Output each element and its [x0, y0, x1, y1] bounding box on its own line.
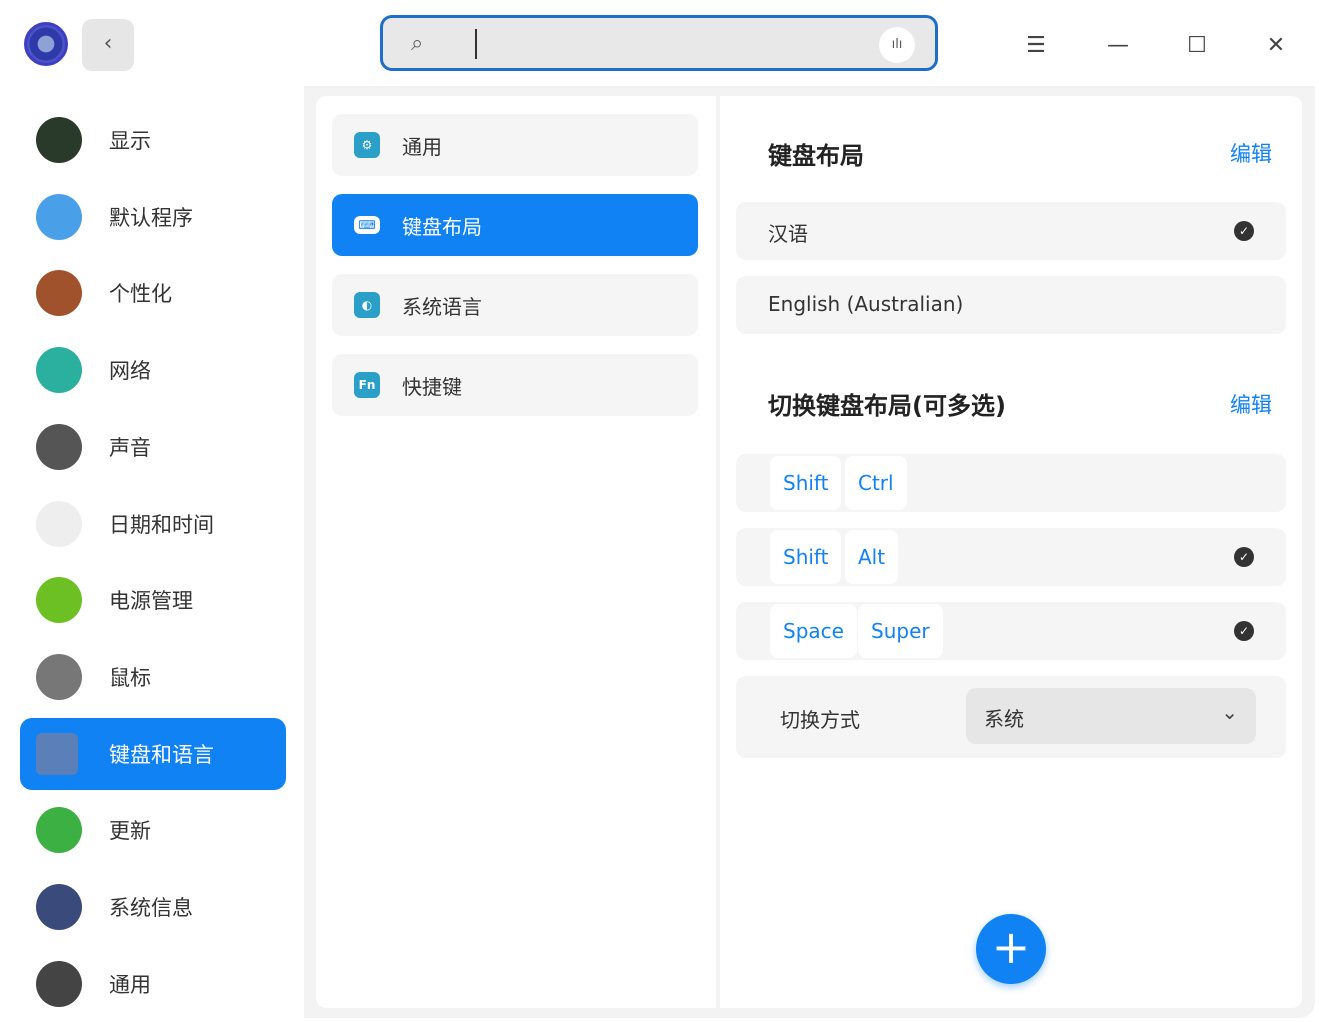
- edit-layout-button[interactable]: 编辑: [1230, 138, 1272, 168]
- check-icon: ✓: [1234, 547, 1254, 567]
- switch-option-row[interactable]: Space Super ✓: [736, 602, 1286, 660]
- sidebar-item[interactable]: 日期和时间: [20, 488, 286, 560]
- sidebar-item-label: 系统信息: [109, 896, 193, 920]
- keyboard-icon: [36, 732, 78, 775]
- sidebar-item-label: 显示: [109, 129, 151, 153]
- sidebar-item-label: 个性化: [109, 282, 172, 307]
- sidebar-item[interactable]: 显示: [20, 104, 286, 176]
- clock-icon: [36, 500, 82, 547]
- text-cursor: [475, 29, 477, 59]
- update-icon: [36, 807, 82, 854]
- key-badge: Space: [770, 604, 857, 658]
- section-title-keyboard-layout: 键盘布局: [768, 142, 864, 170]
- submenu-item-label: 系统语言: [402, 294, 482, 319]
- key-badge: Super: [858, 604, 943, 658]
- edit-switch-button[interactable]: 编辑: [1230, 389, 1272, 419]
- key-badge: Shift: [770, 456, 842, 510]
- close-button[interactable]: ✕: [1256, 26, 1296, 66]
- sidebar-item-label: 电源管理: [109, 589, 193, 614]
- layout-row[interactable]: English (Australian): [736, 276, 1286, 334]
- sound-icon: [36, 423, 82, 470]
- submenu-panel: ⚙ 通用 ⌨ 键盘布局 ◐ 系统语言 Fn 快捷键: [316, 96, 716, 1008]
- maximize-button[interactable]: ☐: [1177, 26, 1217, 66]
- search-icon: ⌕: [411, 31, 424, 56]
- sidebar-item[interactable]: 通用: [20, 948, 286, 1018]
- switch-option-row[interactable]: Shift Alt ✓: [736, 528, 1286, 586]
- sidebar-item[interactable]: 网络: [20, 334, 286, 406]
- sidebar-item-label: 声音: [109, 435, 151, 460]
- switch-mode-select[interactable]: 系统 ⌄: [966, 688, 1256, 744]
- select-value: 系统: [984, 707, 1024, 731]
- check-icon: ✓: [1234, 621, 1254, 641]
- sidebar-item[interactable]: 默认程序: [20, 181, 286, 253]
- sidebar-item-label: 默认程序: [109, 205, 193, 230]
- general-icon: [36, 960, 82, 1007]
- titlebar: ‹ ⌕ ılı ☰ — ☐ ✕: [4, 4, 1315, 86]
- key-badge: Alt: [845, 530, 899, 584]
- sidebar-item[interactable]: 电源管理: [20, 564, 286, 636]
- content-area: ⚙ 通用 ⌨ 键盘布局 ◐ 系统语言 Fn 快捷键 键盘布局 编辑 汉语 ✓ English …: [304, 86, 1315, 1018]
- keyboard-layout-panel: 键盘布局 编辑 汉语 ✓ English (Australian) 切换键盘布局…: [720, 96, 1302, 1008]
- layout-row[interactable]: 汉语 ✓: [736, 202, 1286, 260]
- key-badge: Shift: [770, 530, 842, 584]
- personalization-icon: [36, 270, 82, 317]
- key-badge: Ctrl: [845, 456, 907, 510]
- submenu-item[interactable]: Fn 快捷键: [332, 354, 698, 416]
- layout-name: English (Australian): [768, 292, 964, 316]
- layout-name: 汉语: [768, 222, 808, 246]
- submenu-item-label: 键盘布局: [402, 214, 482, 239]
- submenu-item-label: 快捷键: [402, 374, 462, 399]
- submenu-item-label: 通用: [402, 134, 442, 159]
- gear-icon: ⚙: [354, 132, 380, 158]
- globe-icon: ◐: [354, 292, 380, 318]
- check-icon: ✓: [1234, 221, 1254, 241]
- sidebar: 显示默认程序个性化网络声音日期和时间电源管理鼠标键盘和语言更新系统信息通用: [4, 86, 304, 1018]
- sidebar-item[interactable]: 声音: [20, 411, 286, 483]
- sidebar-item[interactable]: 系统信息: [20, 871, 286, 943]
- sidebar-item-label: 更新: [109, 819, 151, 844]
- minimize-button[interactable]: —: [1098, 26, 1138, 66]
- chevron-down-icon: ⌄: [1221, 700, 1238, 724]
- display-icon: [36, 117, 82, 163]
- sidebar-item[interactable]: 个性化: [20, 257, 286, 329]
- keyboard-icon: ⌨: [354, 216, 380, 234]
- sidebar-item-label: 鼠标: [109, 665, 151, 690]
- sidebar-item[interactable]: 键盘和语言: [20, 717, 286, 790]
- submenu-item[interactable]: ⌨ 键盘布局: [332, 194, 698, 256]
- app-logo-icon: [24, 22, 68, 66]
- back-button[interactable]: ‹: [82, 19, 134, 71]
- sidebar-item-label: 键盘和语言: [109, 742, 214, 767]
- sidebar-item-label: 网络: [109, 359, 151, 384]
- search-input[interactable]: ⌕ ılı: [380, 15, 938, 71]
- power-icon: [36, 577, 82, 624]
- switch-mode-row: 切换方式 系统 ⌄: [736, 676, 1286, 758]
- sidebar-item-label: 通用: [109, 972, 151, 997]
- section-title-switch-layout: 切换键盘布局(可多选): [768, 392, 1006, 420]
- fn-key-icon: Fn: [354, 372, 380, 398]
- voice-input-button[interactable]: ılı: [879, 27, 915, 63]
- sidebar-item-label: 日期和时间: [109, 512, 214, 537]
- switch-mode-label: 切换方式: [780, 708, 860, 732]
- submenu-item[interactable]: ◐ 系统语言: [332, 274, 698, 336]
- sidebar-item[interactable]: 鼠标: [20, 641, 286, 713]
- network-icon: [36, 347, 82, 394]
- system-info-icon: [36, 884, 82, 930]
- settings-window: ‹ ⌕ ılı ☰ — ☐ ✕ 显示默认程序个性化网络声音日期和时间电源管理鼠标…: [4, 4, 1315, 1018]
- default-apps-icon: [36, 193, 82, 240]
- menu-button[interactable]: ☰: [1016, 26, 1056, 66]
- submenu-item[interactable]: ⚙ 通用: [332, 114, 698, 176]
- mouse-icon: [36, 653, 82, 700]
- sidebar-item[interactable]: 更新: [20, 794, 286, 866]
- switch-option-row[interactable]: Shift Ctrl: [736, 454, 1286, 512]
- add-layout-button[interactable]: +: [976, 914, 1046, 984]
